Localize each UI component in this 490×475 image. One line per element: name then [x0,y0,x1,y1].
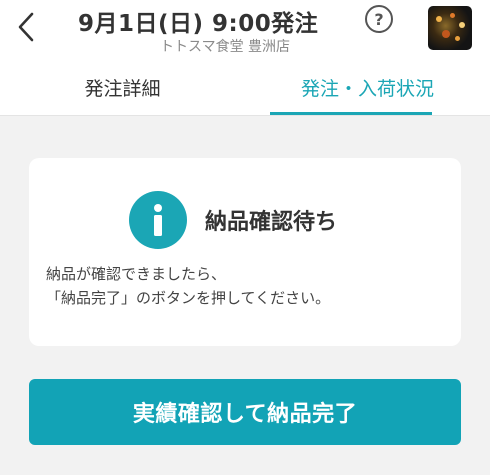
delivery-status-card: 納品確認待ち 納品が確認できましたら、 「納品完了」のボタンを押してください。 [29,158,461,346]
help-button[interactable]: ? [365,5,393,33]
header-title-area: 9月1日(日) 9:00発注 ? トトスマ食堂 豊洲店 [60,2,430,58]
active-tab-indicator [270,112,432,115]
status-message: 納品が確認できましたら、 「納品完了」のボタンを押してください。 [46,262,330,310]
store-avatar[interactable] [428,6,472,50]
confirm-delivery-complete-button[interactable]: 実績確認して納品完了 [29,379,461,445]
page-title: 9月1日(日) 9:00発注 [78,11,319,37]
status-message-line-1: 納品が確認できましたら、 [46,265,227,283]
question-circle-icon: ? [374,9,384,29]
back-button[interactable] [12,10,40,44]
tab-order-status[interactable]: 発注・入荷状況 [245,58,490,116]
store-name: トトスマ食堂 豊洲店 [160,39,291,55]
tab-order-detail[interactable]: 発注詳細 [0,58,245,116]
status-title: 納品確認待ち [205,210,338,235]
app-header: 9月1日(日) 9:00発注 ? トトスマ食堂 豊洲店 [0,0,490,58]
tab-bar: 発注詳細 発注・入荷状況 [0,58,490,116]
chevron-left-icon [18,12,34,42]
info-icon [129,191,187,249]
status-message-line-2: 「納品完了」のボタンを押してください。 [46,289,331,307]
info-glyph [154,204,162,236]
